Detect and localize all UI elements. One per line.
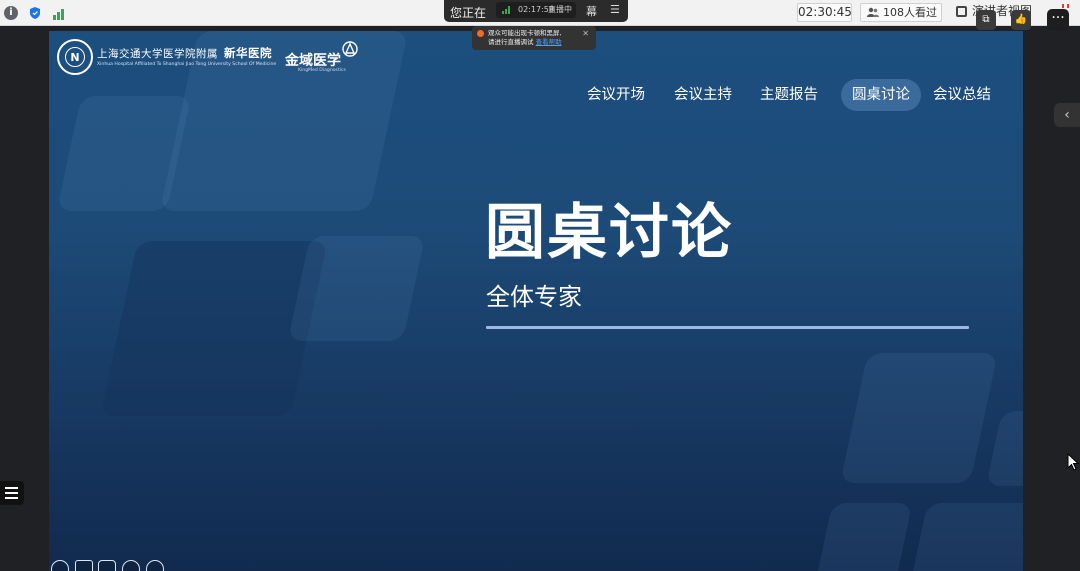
seal-letter: N [65, 47, 85, 67]
screen-button[interactable]: 幕 [586, 3, 597, 19]
kingmed-logo-icon [342, 41, 358, 57]
bg-shape [986, 411, 1023, 486]
slide-nav-roundtable[interactable]: 圆桌讨论 [841, 79, 921, 111]
screen-share-bar: 您正在 02:17:58 直播中 幕 ☰ [444, 0, 628, 22]
meeting-timer: 02:30:45 [797, 3, 852, 22]
slide-nav-summary[interactable]: 会议总结 [933, 79, 991, 111]
warning-line-1: 观众可能出现卡顿和黑屏, [488, 29, 562, 37]
hospital-affiliation: 上海交通大学医学院附属 [97, 48, 218, 60]
slide-subtitle: 全体专家 [486, 283, 582, 311]
people-icon [867, 7, 879, 17]
live-signal-icon [502, 6, 512, 14]
top-toolbar: i 您正在 02:17:58 直播中 幕 ☰ 02:30:45 108人看过 演… [0, 0, 1080, 26]
stream-warning-toast: ✕ 观众可能出现卡顿和黑屏, 请进行直播调试 查看帮助 [472, 26, 596, 50]
hospital-name: 新华医院 [224, 46, 272, 60]
record-indicator-icon [1058, 4, 1074, 8]
next-slide-icon[interactable] [146, 560, 164, 571]
hospital-name-en: Xinhua Hospital Affiliated To Shanghai J… [97, 62, 277, 67]
kingmed-name-cn: 金域医学 [285, 53, 341, 69]
captions-icon[interactable] [98, 560, 116, 571]
viewer-count-button[interactable]: 108人看过 [860, 3, 942, 22]
warning-dot-icon [477, 30, 484, 37]
mouse-cursor-icon [1067, 453, 1079, 471]
shield-icon[interactable] [28, 6, 42, 20]
thumbs-up-icon[interactable]: 👍 [1011, 10, 1031, 30]
close-icon[interactable]: ✕ [582, 29, 589, 38]
menu-icon[interactable]: ☰ [610, 3, 620, 16]
bg-shape [287, 236, 426, 341]
hospital-seal-logo: N [57, 39, 93, 75]
pen-tool-icon[interactable] [75, 560, 93, 571]
kingmed-name-en: KingMed Diagnostics [298, 68, 346, 73]
bg-shape [815, 503, 913, 571]
sharing-status-text: 您正在 [450, 6, 487, 20]
more-controls-icon[interactable] [122, 560, 140, 571]
info-icon[interactable]: i [4, 6, 18, 20]
slide-nav-opening[interactable]: 会议开场 [587, 79, 645, 111]
bg-shape [910, 503, 1023, 571]
previous-slide-icon[interactable] [51, 560, 69, 571]
more-options-button[interactable]: ··· [1047, 9, 1069, 31]
screenshot-icon[interactable]: ⧉ [976, 10, 996, 30]
warning-line-2: 请进行直播调试 [488, 38, 534, 46]
live-status-text: 直播中 [548, 5, 572, 14]
viewer-count-text: 108人看过 [883, 6, 937, 19]
title-divider [486, 326, 969, 329]
help-link[interactable]: 查看帮助 [536, 38, 562, 46]
network-signal-icon[interactable] [52, 6, 66, 20]
chevron-left-icon[interactable]: ‹ [1054, 103, 1080, 127]
presentation-slide: N 上海交通大学医学院附属 新华医院 Xinhua Hospital Affili… [49, 31, 1023, 571]
presenter-view-icon [956, 6, 967, 17]
hospital-name-cn: 上海交通大学医学院附属 新华医院 [97, 45, 272, 61]
slide-title: 圆桌讨论 [485, 198, 733, 268]
list-toggle-icon[interactable] [0, 481, 24, 505]
bg-shape [840, 353, 998, 483]
slide-nav-host[interactable]: 会议主持 [674, 79, 732, 111]
slide-nav-keynote[interactable]: 主题报告 [760, 79, 818, 111]
